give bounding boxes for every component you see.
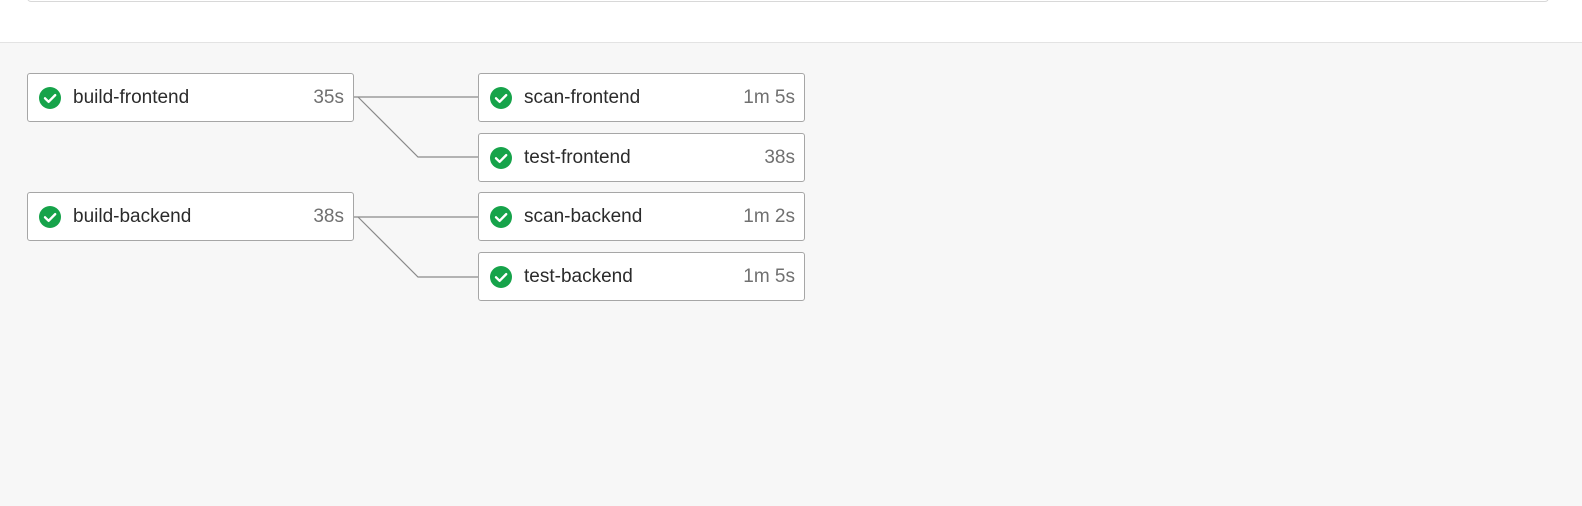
check-circle-icon bbox=[490, 265, 512, 288]
job-duration: 1m 2s bbox=[743, 205, 795, 227]
job-duration: 35s bbox=[313, 86, 344, 108]
header-area bbox=[0, 0, 1582, 43]
job-duration: 38s bbox=[313, 205, 344, 227]
job-duration: 38s bbox=[764, 146, 795, 168]
job-test-backend[interactable]: test-backend 1m 5s bbox=[478, 252, 805, 301]
job-name: scan-backend bbox=[524, 205, 643, 227]
job-test-frontend[interactable]: test-frontend 38s bbox=[478, 133, 805, 182]
check-circle-icon bbox=[39, 205, 61, 228]
job-scan-frontend[interactable]: scan-frontend 1m 5s bbox=[478, 73, 805, 122]
job-name: build-frontend bbox=[73, 86, 190, 108]
job-scan-backend[interactable]: scan-backend 1m 2s bbox=[478, 192, 805, 241]
job-name: scan-frontend bbox=[524, 86, 641, 108]
check-circle-icon bbox=[490, 146, 512, 169]
job-name: test-backend bbox=[524, 265, 633, 287]
header-panel bbox=[27, 0, 1549, 2]
job-build-frontend[interactable]: build-frontend 35s bbox=[27, 73, 354, 122]
job-duration: 1m 5s bbox=[743, 265, 795, 287]
check-circle-icon bbox=[490, 205, 512, 228]
check-circle-icon bbox=[39, 86, 61, 109]
job-name: build-backend bbox=[73, 205, 192, 227]
job-duration: 1m 5s bbox=[743, 86, 795, 108]
job-build-backend[interactable]: build-backend 38s bbox=[27, 192, 354, 241]
check-circle-icon bbox=[490, 86, 512, 109]
job-name: test-frontend bbox=[524, 146, 631, 168]
